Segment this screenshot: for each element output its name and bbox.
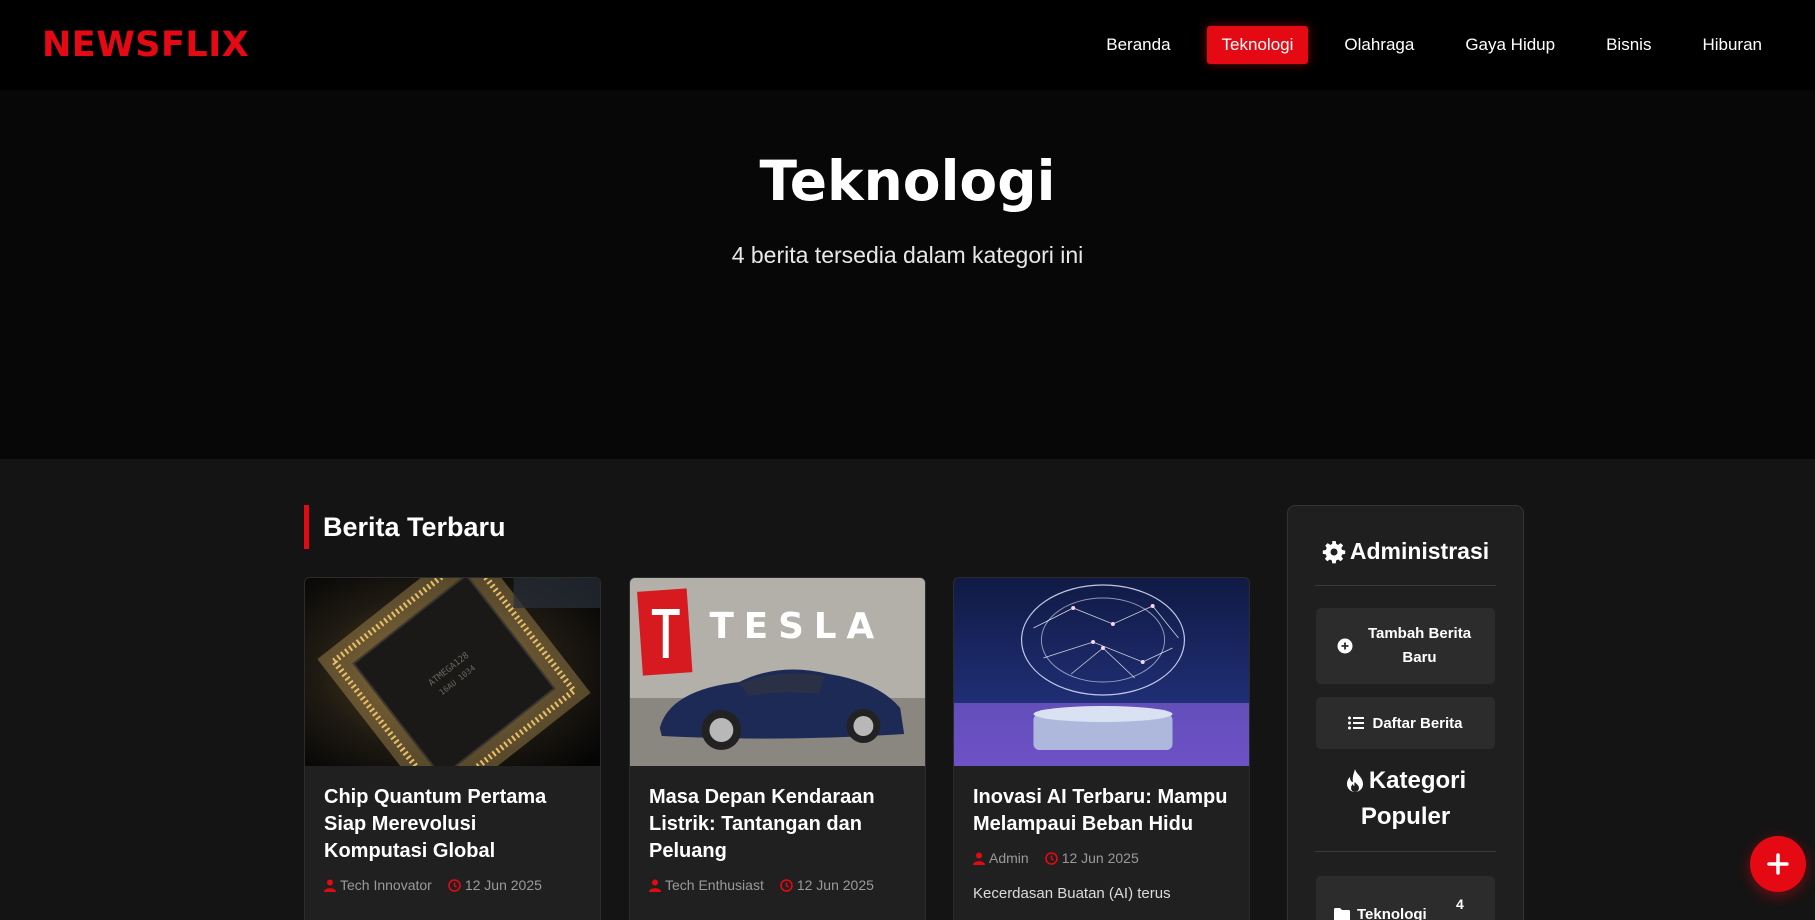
clock-icon <box>1044 851 1058 865</box>
news-card[interactable]: ATMEGA128 16AU 1034 Chip Quantum Pertama… <box>304 577 601 920</box>
add-news-label: Tambah Berita Baru <box>1367 625 1472 666</box>
nav-item-teknologi[interactable]: Teknologi <box>1206 26 1309 64</box>
divider <box>1315 851 1496 852</box>
main-nav: Beranda Teknologi Olahraga Gaya Hidup Bi… <box>1070 26 1777 64</box>
fire-icon <box>1346 769 1363 792</box>
nav-item-beranda[interactable]: Beranda <box>1091 26 1185 64</box>
news-card-excerpt: Kecerdasan Buatan (AI) terus <box>973 885 1171 902</box>
nav-item-bisnis[interactable]: Bisnis <box>1591 26 1666 64</box>
category-title: Teknologi <box>759 149 1056 213</box>
category-label: Teknologi <box>1357 905 1427 920</box>
add-news-button[interactable]: Tambah Berita Baru <box>1316 608 1495 684</box>
category-hero: Teknologi 4 berita tersedia dalam katego… <box>0 90 1815 459</box>
news-card-date: 12 Jun 2025 <box>1061 850 1139 866</box>
category-count: 4 <box>1456 896 1464 912</box>
brand-logo[interactable]: NEWSFLIX <box>42 25 249 65</box>
list-icon <box>1348 716 1365 730</box>
news-card-date: 12 Jun 2025 <box>796 877 874 893</box>
news-card-title[interactable]: Inovasi AI Terbaru: Mampu Melampaui Beba… <box>973 784 1230 838</box>
user-icon <box>649 879 661 892</box>
clock-icon <box>780 878 793 892</box>
svg-text:TESLA: TESLA <box>709 606 884 647</box>
nav-item-gaya-hidup[interactable]: Gaya Hidup <box>1450 26 1570 64</box>
news-card-title[interactable]: Chip Quantum Pertama Siap Merevolusi Kom… <box>324 784 581 865</box>
news-card[interactable]: TESLA Masa Depan Kendaraan Listrik: Tant… <box>629 577 926 920</box>
user-icon <box>324 879 336 892</box>
popular-categories-heading: Kategori Populer <box>1288 763 1523 835</box>
news-card-author: Tech Innovator <box>340 877 432 893</box>
news-card[interactable]: Inovasi AI Terbaru: Mampu Melampaui Beba… <box>953 577 1250 920</box>
news-list-label: Daftar Berita <box>1372 714 1463 732</box>
folder-icon <box>1334 907 1350 920</box>
nav-item-olahraga[interactable]: Olahraga <box>1329 26 1429 64</box>
popular-title-line2: Populer <box>1360 803 1451 830</box>
news-card-title[interactable]: Masa Depan Kendaraan Listrik: Tantangan … <box>649 784 906 865</box>
tesla-car-image: TESLA <box>630 578 925 766</box>
admin-title: Administrasi <box>1349 538 1490 564</box>
top-navbar: NEWSFLIX Beranda Teknologi Olahraga Gaya… <box>0 0 1815 90</box>
clock-icon <box>448 878 461 892</box>
floating-add-button[interactable] <box>1750 836 1806 892</box>
section-title: Berita Terbaru <box>304 505 506 549</box>
popular-title-line1: Kategori <box>1368 767 1467 794</box>
category-item-teknologi[interactable]: Teknologi 4 <box>1316 876 1495 920</box>
admin-sidebar: Administrasi Tambah Berita Baru Daftar B… <box>1287 505 1524 920</box>
ai-brain-image <box>954 578 1249 766</box>
category-subtitle: 4 berita tersedia dalam kategori ini <box>731 242 1084 268</box>
user-icon <box>973 852 985 865</box>
news-card-author: Admin <box>989 850 1029 866</box>
admin-heading: Administrasi <box>1288 506 1523 565</box>
gear-icon <box>1322 540 1346 563</box>
news-list-button[interactable]: Daftar Berita <box>1316 697 1495 749</box>
plus-icon <box>1767 853 1789 875</box>
processor-chip-image: ATMEGA128 16AU 1034 <box>305 578 600 766</box>
news-card-date: 12 Jun 2025 <box>464 877 542 893</box>
divider <box>1315 585 1496 586</box>
plus-circle-icon <box>1337 638 1352 654</box>
news-card-author: Tech Enthusiast <box>665 877 764 893</box>
nav-item-hiburan[interactable]: Hiburan <box>1687 26 1777 64</box>
